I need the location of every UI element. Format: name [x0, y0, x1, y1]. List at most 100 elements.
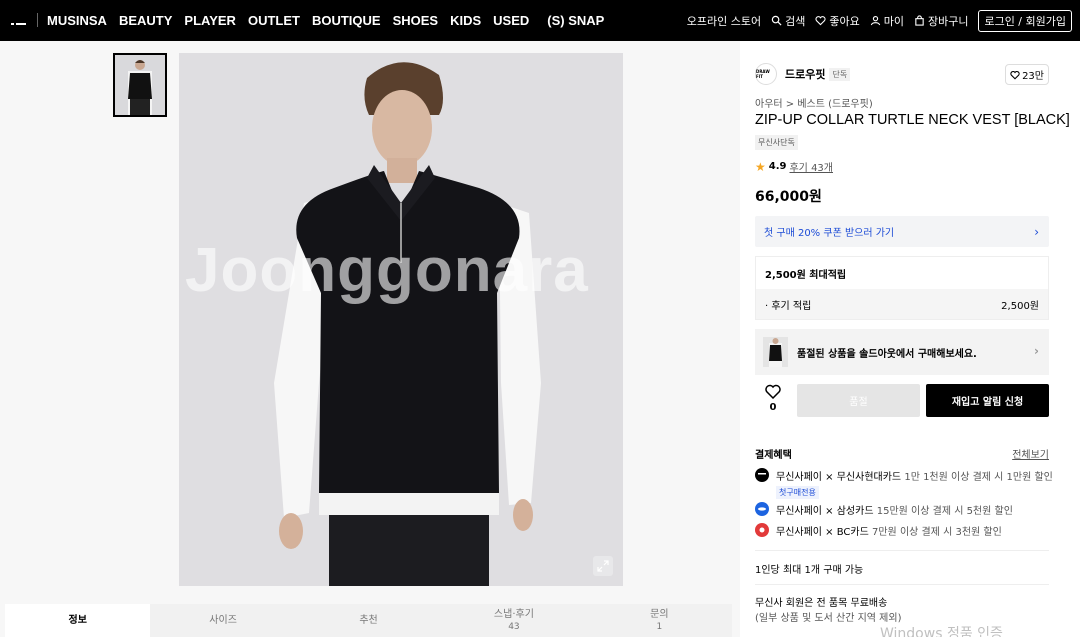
coupon-banner[interactable]: 첫 구매 20% 쿠폰 받으러 가기 › — [755, 216, 1049, 247]
divider — [755, 584, 1049, 585]
exclusive-badge: 무신사단독 — [755, 135, 798, 150]
nav-item-used[interactable]: USED — [493, 13, 529, 28]
brand-like-button[interactable]: 23만 — [1005, 64, 1049, 85]
search-link[interactable]: 검색 — [771, 13, 805, 29]
payment-benefits-header: 결제혜택 전체보기 — [755, 446, 1049, 461]
tab-inquiry-count: 1 — [656, 621, 663, 632]
points-box: 2,500원 최대적립 · 후기 적립 2,500원 — [755, 256, 1049, 320]
my-label: 마이 — [883, 14, 904, 28]
points-row: · 후기 적립 2,500원 — [756, 289, 1048, 319]
expand-icon — [597, 560, 609, 572]
search-icon — [771, 15, 782, 26]
soldout-banner[interactable]: 품절된 상품을 솔드아웃에서 구매해보세요. › — [755, 329, 1049, 375]
benefit-desc: 1만 1천원 이상 결제 시 1만원 할인 — [904, 472, 1053, 483]
soldout-banner-text: 품절된 상품을 솔드아웃에서 구매해보세요. — [797, 348, 977, 360]
tab-inquiry[interactable]: 문의 1 — [586, 604, 733, 637]
tab-snap-review[interactable]: 스냅·후기 43 — [441, 604, 587, 637]
login-button[interactable]: 로그인 / 회원가입 — [978, 9, 1072, 32]
brand-logo[interactable]: DRAW FIT — [755, 63, 777, 85]
tab-snap-review-label: 스냅·후기 — [493, 608, 534, 620]
first-purchase-tag: 첫구매전용 — [776, 486, 819, 499]
top-nav: MUSINSA BEAUTY PLAYER OUTLET BOUTIQUE SH… — [0, 0, 1080, 63]
soldout-button[interactable]: 품절 — [797, 384, 920, 417]
divider — [755, 550, 1049, 551]
wishlist-button[interactable]: 0 — [763, 384, 783, 413]
likes-label: 좋아요 — [829, 14, 860, 28]
purchase-actions: 0 품절 재입고 알림 신청 — [755, 384, 1049, 418]
thumbnail-image — [115, 55, 165, 115]
benefit-item: 무신사페이 × BC카드 7만원 이상 결제 시 3천원 할인 — [755, 523, 1049, 538]
tab-info[interactable]: 정보 — [5, 604, 151, 637]
benefit-desc: 15만원 이상 결제 시 5천원 할인 — [876, 506, 1013, 517]
points-head: 2,500원 최대적립 — [765, 269, 847, 281]
benefit-desc: 7만원 이상 결제 시 3천원 할인 — [872, 527, 1002, 538]
nav-item-snap[interactable]: (S) SNAP — [547, 13, 604, 28]
nav-item-beauty[interactable]: BEAUTY — [119, 13, 172, 28]
bc-card-icon — [755, 523, 769, 537]
search-label: 검색 — [785, 14, 806, 28]
chevron-right-icon: › — [1034, 225, 1039, 239]
rating-score: 4.9 — [768, 161, 787, 172]
tab-inquiry-label: 문의 — [650, 608, 669, 620]
benefit-name: 무신사페이 × BC카드 — [776, 527, 869, 538]
brand-row: DRAW FIT 드로우핏 단독 23만 — [755, 62, 1049, 86]
view-all-link[interactable]: 전체보기 — [1012, 446, 1049, 461]
product-tabs: 정보 사이즈 추천 스냅·후기 43 문의 1 — [5, 604, 733, 637]
tab-snap-review-count: 43 — [508, 621, 520, 632]
bag-icon — [915, 15, 924, 26]
product-price: 66,000원 — [755, 189, 822, 205]
chevron-right-icon: › — [1034, 344, 1039, 358]
brand-name[interactable]: 드로우핏 — [785, 66, 825, 82]
benefit-name: 무신사페이 × 삼성카드 — [776, 506, 874, 517]
nav-item-musinsa[interactable]: MUSINSA — [47, 13, 107, 28]
offline-store-link[interactable]: 오프라인 스토어 — [687, 13, 761, 29]
nav-item-shoes[interactable]: SHOES — [393, 13, 439, 28]
cart-label: 장바구니 — [927, 14, 969, 28]
benefit-item: 무신사페이 × 삼성카드 15만원 이상 결제 시 5천원 할인 — [755, 502, 1049, 517]
nav-item-player[interactable]: PLAYER — [184, 13, 236, 28]
musinsa-card-icon — [755, 468, 769, 482]
tab-info-label: 정보 — [68, 614, 87, 626]
payment-benefits-title: 결제혜택 — [755, 450, 792, 461]
wishlist-count: 0 — [769, 402, 777, 413]
benefit-name: 무신사페이 × 무신사현대카드 — [776, 472, 902, 483]
benefit-item: 무신사페이 × 무신사현대카드 1만 1천원 이상 결제 시 1만원 할인 첫구… — [755, 468, 1053, 499]
nav-menu: MUSINSA BEAUTY PLAYER OUTLET BOUTIQUE SH… — [47, 0, 604, 41]
samsung-card-icon — [755, 502, 769, 516]
purchase-limit: 1인당 최대 1개 구매 가능 — [755, 565, 864, 576]
my-link[interactable]: 마이 — [870, 13, 904, 29]
shipping-note: (일부 상품 및 도서 산간 지역 제외) — [755, 613, 902, 624]
tab-recommend[interactable]: 추천 — [295, 604, 442, 637]
brand-exclusive-badge: 단독 — [829, 67, 851, 81]
product-main-image[interactable] — [179, 53, 623, 586]
star-icon: ★ — [755, 159, 766, 174]
nav-item-kids[interactable]: KIDS — [450, 13, 481, 28]
coupon-text: 첫 구매 20% 쿠폰 받으러 가기 — [764, 228, 895, 239]
likes-link[interactable]: 좋아요 — [815, 13, 860, 29]
product-thumbnail[interactable] — [113, 53, 167, 117]
tab-size-label: 사이즈 — [209, 614, 237, 626]
points-row-value: 2,500원 — [1001, 300, 1039, 312]
heart-icon — [815, 16, 826, 26]
os-activation-watermark: Windows 정품 인증 — [880, 626, 1003, 637]
brand-logo-text: DRAW FIT — [756, 69, 770, 79]
heart-icon — [765, 384, 781, 400]
brand-like-count: 23만 — [1022, 71, 1044, 82]
shipping-info: 무신사 회원은 전 품목 무료배송 — [755, 598, 888, 609]
heart-icon — [1010, 70, 1020, 80]
image-watermark: Joonggonara — [185, 236, 589, 305]
rating-row: ★ 4.9 후기 43개 — [755, 159, 833, 175]
menu-icon[interactable] — [11, 13, 26, 63]
soldout-thumbnail — [763, 337, 788, 367]
restock-alert-button[interactable]: 재입고 알림 신청 — [926, 384, 1049, 417]
nav-item-boutique[interactable]: BOUTIQUE — [312, 13, 381, 28]
points-row-label: · 후기 적립 — [765, 300, 812, 312]
nav-item-outlet[interactable]: OUTLET — [248, 13, 300, 28]
tab-recommend-label: 추천 — [359, 614, 378, 626]
expand-image-button[interactable] — [593, 556, 613, 576]
review-link[interactable]: 후기 43개 — [789, 159, 833, 174]
tab-size[interactable]: 사이즈 — [150, 604, 296, 637]
model-photo — [179, 53, 623, 586]
cart-link[interactable]: 장바구니 — [914, 13, 968, 29]
breadcrumb[interactable]: 아우터 > 베스트 (드로우핏) — [755, 95, 873, 110]
